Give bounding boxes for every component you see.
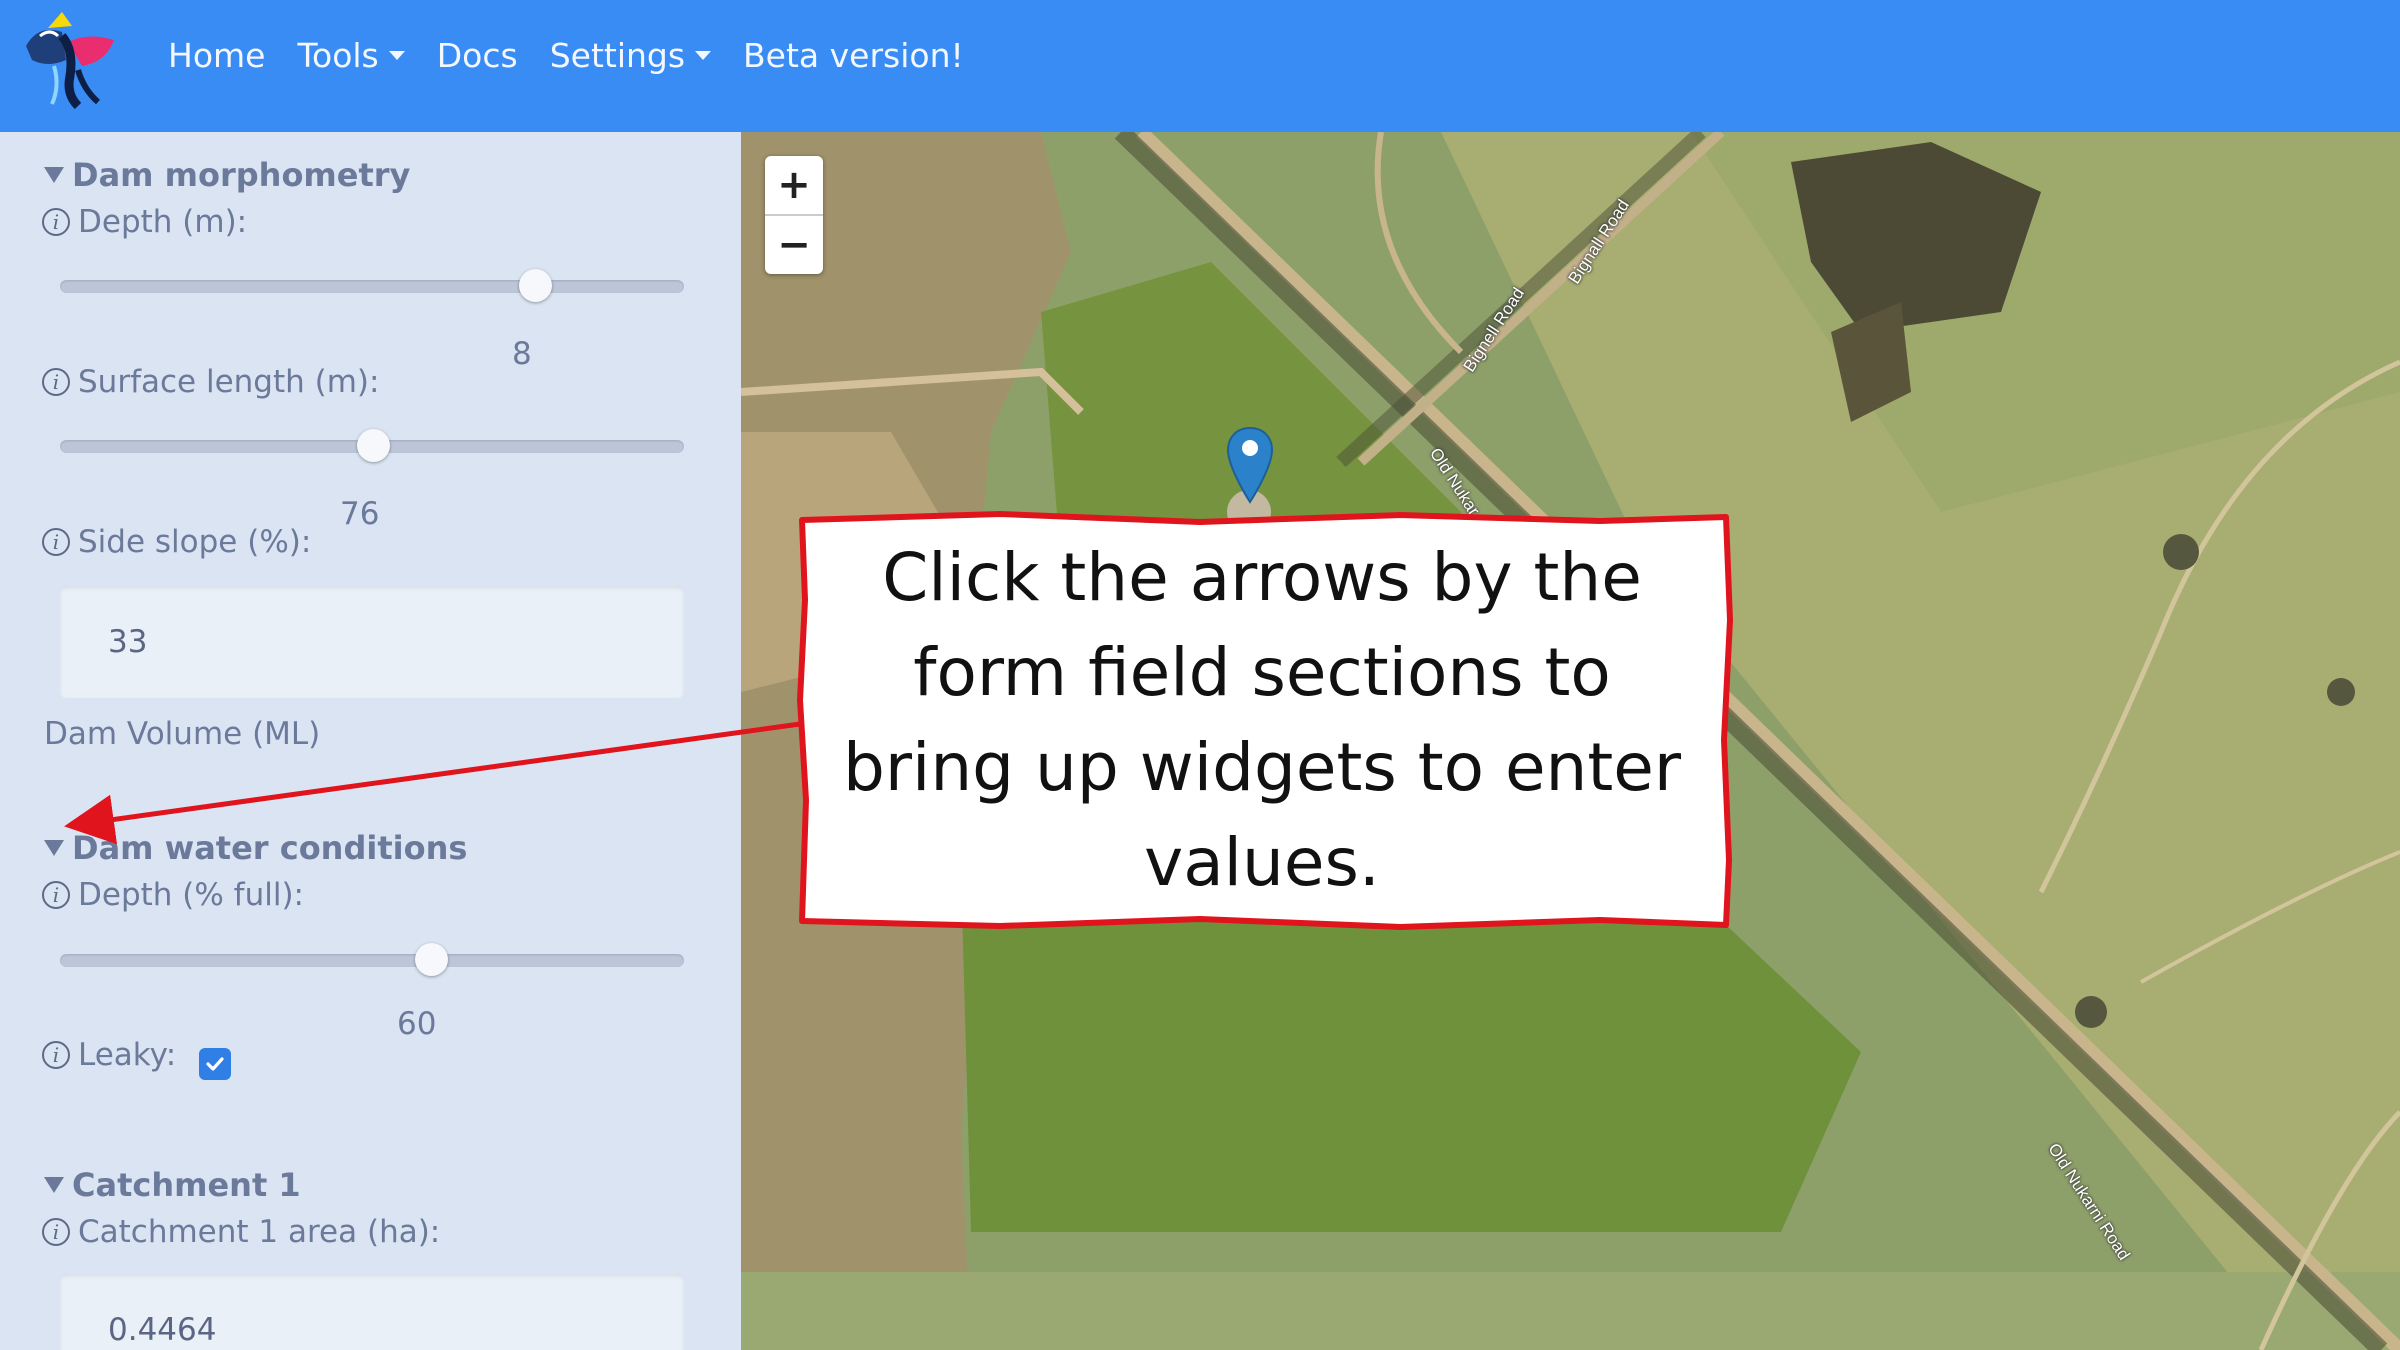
instruction-callout: Click the arrows by the form field secti…: [798, 520, 1726, 920]
callout-arrow: [64, 721, 801, 845]
callout-text: Click the arrows by the form field secti…: [842, 539, 1682, 901]
